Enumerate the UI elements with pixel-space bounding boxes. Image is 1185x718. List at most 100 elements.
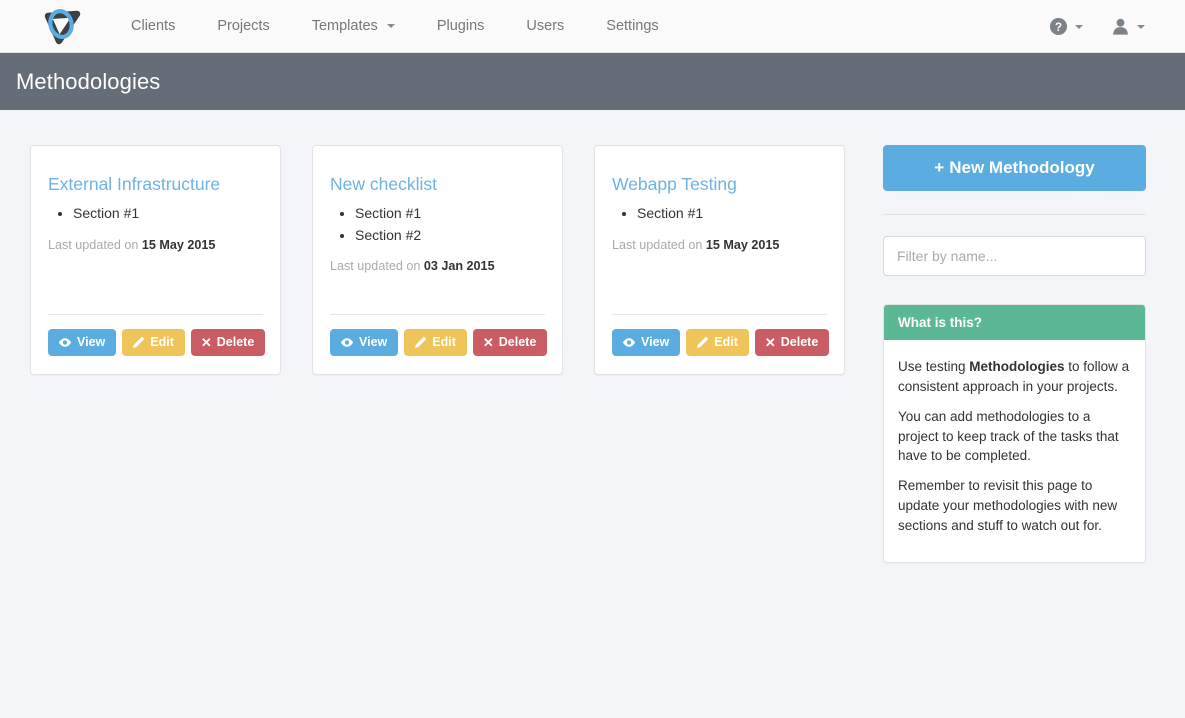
last-updated-date: 15 May 2015: [141, 237, 216, 252]
nav-link-users[interactable]: Users: [505, 0, 585, 53]
panel-paragraph: Remember to revisit this page to update …: [898, 478, 1118, 533]
eye-icon: [622, 337, 636, 348]
nav-link-templates[interactable]: Templates: [291, 0, 416, 53]
nav-links: Clients Projects Templates Plugins Users…: [110, 0, 680, 53]
last-updated-text: Last updated on 03 Jan 2015: [330, 258, 545, 276]
nav-link-label: Plugins: [436, 17, 485, 34]
nav-link-plugins[interactable]: Plugins: [416, 0, 506, 53]
edit-button[interactable]: Edit: [686, 329, 749, 356]
section-list: Section #1: [612, 203, 827, 225]
section-list: Section #1: [48, 203, 263, 225]
last-updated-date: 15 May 2015: [705, 237, 780, 252]
navbar-right-actions: ?: [1035, 0, 1159, 53]
methodology-title[interactable]: Webapp Testing: [612, 174, 827, 195]
page-title: Methodologies: [16, 68, 161, 94]
methodology-title[interactable]: External Infrastructure: [48, 174, 263, 195]
last-updated-text: Last updated on 15 May 2015: [612, 237, 827, 255]
view-button-label: View: [77, 335, 106, 350]
sidebar-divider: [883, 214, 1146, 215]
nav-link-label: Users: [526, 17, 565, 34]
paragraph-pre: Use testing: [898, 359, 970, 374]
list-item: Section #2: [355, 225, 545, 247]
pencil-icon: [414, 336, 427, 349]
nav-link-projects[interactable]: Projects: [196, 0, 290, 53]
sidebar: +New Methodology What is this? Use testi…: [883, 145, 1146, 563]
question-circle-icon: ?: [1049, 17, 1068, 36]
delete-button-label: Delete: [216, 335, 255, 350]
filter-by-name-input[interactable]: [883, 236, 1146, 276]
delete-button[interactable]: ✕ Delete: [190, 329, 266, 356]
list-item: Section #1: [637, 203, 827, 225]
card-spacer: [612, 254, 827, 304]
pencil-icon: [132, 336, 145, 349]
eye-icon: [340, 337, 354, 348]
chevron-down-icon: [1075, 24, 1083, 29]
user-menu-button[interactable]: [1097, 0, 1159, 53]
card-spacer: [48, 254, 263, 304]
view-button[interactable]: View: [48, 329, 117, 356]
close-icon: ✕: [764, 335, 776, 350]
nav-link-label: Projects: [217, 17, 270, 34]
last-updated-label: Last updated on: [612, 237, 703, 252]
list-item: Section #1: [73, 203, 263, 225]
nav-link-settings[interactable]: Settings: [585, 0, 679, 53]
edit-button-label: Edit: [150, 335, 174, 350]
section-list: Section #1 Section #2: [330, 203, 545, 246]
edit-button[interactable]: Edit: [404, 329, 467, 356]
main-content: External Infrastructure Section #1 Last …: [0, 110, 1185, 563]
close-icon: ✕: [482, 335, 494, 350]
last-updated-label: Last updated on: [48, 237, 139, 252]
card-actions: View Edit ✕ Delete: [612, 329, 830, 356]
brand-logo[interactable]: [32, 5, 92, 47]
card-actions: View Edit ✕ Delete: [48, 329, 266, 356]
chevron-down-icon: [386, 23, 395, 28]
paragraph-bold: Methodologies: [969, 359, 1065, 374]
card-divider: [330, 314, 545, 315]
list-item: Section #1: [355, 203, 545, 225]
card-actions: View Edit ✕ Delete: [330, 329, 548, 356]
delete-button-label: Delete: [498, 335, 537, 350]
methodology-card: Webapp Testing Section #1 Last updated o…: [594, 145, 845, 375]
nav-link-clients[interactable]: Clients: [110, 0, 196, 53]
view-button[interactable]: View: [330, 329, 399, 356]
what-is-this-panel: What is this? Use testing Methodologies …: [883, 304, 1146, 563]
svg-text:?: ?: [1055, 20, 1062, 34]
edit-button[interactable]: Edit: [122, 329, 185, 356]
edit-button-label: Edit: [432, 335, 456, 350]
card-divider: [612, 314, 827, 315]
logo-icon: [40, 5, 84, 47]
close-icon: ✕: [200, 335, 212, 350]
delete-button[interactable]: ✕ Delete: [754, 329, 830, 356]
panel-body: Use testing Methodologies to follow a co…: [884, 340, 1145, 562]
methodology-title[interactable]: New checklist: [330, 174, 545, 195]
new-methodology-button[interactable]: + New Methodology: [883, 145, 1146, 191]
delete-button-label: Delete: [780, 335, 819, 350]
pencil-icon: [696, 336, 709, 349]
help-menu-button[interactable]: ?: [1035, 0, 1097, 53]
edit-button-label: Edit: [714, 335, 738, 350]
eye-icon: [58, 337, 72, 348]
plus-icon: +: [934, 158, 945, 177]
nav-link-label: Templates: [311, 17, 378, 34]
last-updated-label: Last updated on: [330, 259, 421, 274]
panel-paragraph: Use testing Methodologies to follow a co…: [898, 357, 1131, 397]
card-divider: [48, 314, 263, 315]
nav-link-label: Settings: [606, 17, 659, 34]
last-updated-date: 03 Jan 2015: [423, 259, 495, 274]
user-icon: [1111, 17, 1130, 36]
page-header-bar: Methodologies: [0, 53, 1185, 110]
view-button-label: View: [641, 335, 670, 350]
methodology-card: New checklist Section #1 Section #2 Last…: [312, 145, 563, 375]
card-spacer: [330, 276, 545, 304]
panel-paragraph: You can add methodologies to a project t…: [898, 408, 1119, 464]
chevron-down-icon: [1137, 24, 1145, 29]
methodology-card: External Infrastructure Section #1 Last …: [30, 145, 281, 375]
view-button[interactable]: View: [612, 329, 681, 356]
nav-link-label: Clients: [131, 17, 176, 34]
panel-heading: What is this?: [884, 305, 1145, 340]
methodology-card-list: External Infrastructure Section #1 Last …: [30, 145, 845, 375]
new-methodology-label: New Methodology: [949, 158, 1095, 177]
top-navbar: Clients Projects Templates Plugins Users…: [0, 0, 1185, 53]
last-updated-text: Last updated on 15 May 2015: [48, 237, 263, 255]
delete-button[interactable]: ✕ Delete: [472, 329, 548, 356]
